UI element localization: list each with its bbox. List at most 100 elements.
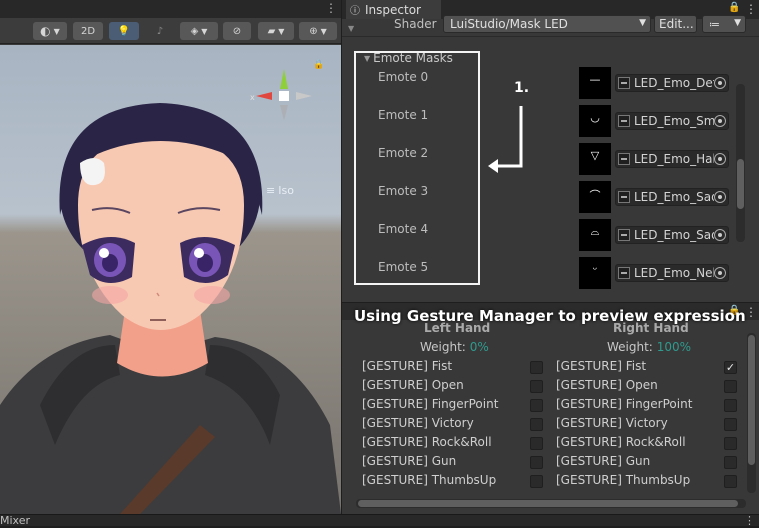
more-options-icon[interactable]: ⋮ xyxy=(744,514,755,527)
texture-icon xyxy=(618,229,630,241)
emote-texture-thumbnail[interactable]: ▽ xyxy=(579,143,611,175)
svg-text:x: x xyxy=(250,93,255,102)
orientation-gizmo[interactable]: x xyxy=(250,65,320,135)
eye-left xyxy=(82,236,135,284)
gesture-h-scrollbar[interactable] xyxy=(356,499,746,508)
scene-viewport[interactable]: x 🔒 ≡ Iso xyxy=(0,45,341,514)
emote-face-glyph: ⌓ xyxy=(590,225,600,238)
left-gesture-checkbox[interactable] xyxy=(530,475,543,488)
right-gesture-label: [GESTURE] Victory xyxy=(556,416,668,430)
left-gesture-label: [GESTURE] Victory xyxy=(362,416,474,430)
object-picker-icon[interactable] xyxy=(714,267,726,279)
more-options-icon[interactable]: ⋮ xyxy=(325,2,337,14)
camera-icon: ▰ xyxy=(267,25,276,37)
gesture-manager-panel: 🔒 ⋮ Left Hand Right Hand Using Gesture M… xyxy=(342,303,759,514)
right-gesture-label: [GESTURE] Gun xyxy=(556,454,651,468)
emote-texture-field[interactable]: LED_Emo_Sad xyxy=(615,226,729,244)
scene-visibility-dropdown[interactable]: ⊘ xyxy=(223,22,251,40)
emote-texture-field[interactable]: LED_Emo_Sad xyxy=(615,188,729,206)
right-gesture-checkbox[interactable] xyxy=(724,418,737,431)
edit-shader-button[interactable]: Edit... xyxy=(654,15,697,33)
object-picker-icon[interactable] xyxy=(714,153,726,165)
x-axis-cone xyxy=(256,92,272,100)
emote-face-glyph: — xyxy=(589,73,601,86)
right-gesture-checkbox[interactable] xyxy=(724,437,737,450)
object-picker-icon[interactable] xyxy=(714,191,726,203)
left-weight: Weight: 0% xyxy=(420,340,489,354)
camera-dropdown[interactable]: ▰ ▼ xyxy=(258,22,294,40)
chevron-down-icon: ▼ xyxy=(734,18,741,28)
emote-texture-field[interactable]: LED_Emo_Hah xyxy=(615,150,729,168)
lock-icon[interactable]: 🔒 xyxy=(313,60,324,70)
right-weight-value: 100% xyxy=(656,340,691,354)
chevron-down-icon: ▼ xyxy=(53,26,60,36)
lighting-toggle-button[interactable]: 💡 xyxy=(109,22,139,40)
emote-texture-field[interactable]: LED_Emo_Nek xyxy=(615,264,729,282)
emote-texture-name: LED_Emo_Defa xyxy=(634,76,714,90)
emote-face-glyph: ▽ xyxy=(590,149,600,162)
left-gesture-checkbox[interactable] xyxy=(530,361,543,374)
chevron-down-icon: ▼ xyxy=(278,26,285,36)
lightbulb-icon: 💡 xyxy=(117,25,131,37)
more-options-icon[interactable]: ⋮ xyxy=(745,305,757,319)
shader-options-dropdown[interactable]: ≔ ▼ xyxy=(702,15,746,33)
left-weight-label: Weight: xyxy=(420,340,466,354)
audio-toggle-button[interactable]: ♪ xyxy=(145,22,175,40)
emote-texture-thumbnail[interactable]: ᵕ xyxy=(579,257,611,289)
emote-texture-thumbnail[interactable]: ⌓ xyxy=(579,219,611,251)
blush xyxy=(92,286,128,304)
eye-slash-icon: ⊘ xyxy=(232,25,242,37)
object-picker-icon[interactable] xyxy=(714,77,726,89)
texture-icon xyxy=(618,267,630,279)
left-gesture-label: [GESTURE] FingerPoint xyxy=(362,397,499,411)
texture-icon xyxy=(618,191,630,203)
emote-face-glyph: ◡ xyxy=(590,111,600,124)
emote-texture-name: LED_Emo_Hah xyxy=(634,152,714,166)
2d-toggle-button[interactable]: 2D xyxy=(73,22,103,40)
right-gesture-checkbox[interactable]: ✓ xyxy=(724,361,737,374)
shader-dropdown[interactable]: LuiStudio/Mask LED ▼ xyxy=(443,15,651,33)
object-picker-icon[interactable] xyxy=(714,229,726,241)
caption-overlay: Using Gesture Manager to preview express… xyxy=(354,307,746,325)
projection-toggle[interactable]: ≡ Iso xyxy=(266,184,294,197)
emote-texture-thumbnail[interactable]: ⌒ xyxy=(579,181,611,213)
emote-texture-field[interactable]: LED_Emo_Defa xyxy=(615,74,729,92)
chevron-down-icon: ▼ xyxy=(320,26,327,36)
scrollbar-thumb[interactable] xyxy=(358,500,738,507)
left-gesture-checkbox[interactable] xyxy=(530,399,543,412)
edit-shader-label: Edit... xyxy=(659,17,694,31)
left-gesture-checkbox[interactable] xyxy=(530,418,543,431)
right-gesture-checkbox[interactable] xyxy=(724,456,737,469)
layers-icon: ◈ xyxy=(190,25,199,37)
gizmos-dropdown[interactable]: ⊕ ▼ xyxy=(299,22,337,40)
emote-labels-highlight-box xyxy=(354,51,480,285)
scrollbar-thumb[interactable] xyxy=(748,335,755,465)
right-gesture-checkbox[interactable] xyxy=(724,399,737,412)
scene-view[interactable]: ⋮ ◐ ▼ 2D 💡 ♪ ◈ ▼ ⊘ ▰ ▼ ⊕ ▼ x 🔒 ≡ Iso xyxy=(0,0,341,514)
annotation-step-label: 1. xyxy=(514,80,530,96)
foldout-arrow-icon[interactable]: ▼ xyxy=(348,24,354,33)
emote-texture-thumbnail[interactable]: ◡ xyxy=(579,105,611,137)
neg-x-axis-cone xyxy=(296,92,312,100)
object-picker-icon[interactable] xyxy=(714,115,726,127)
left-gesture-checkbox[interactable] xyxy=(530,437,543,450)
emote-texture-field[interactable]: LED_Emo_Smil xyxy=(615,112,729,130)
scrollbar-thumb[interactable] xyxy=(737,159,744,209)
inspector-scrollbar[interactable] xyxy=(736,84,745,242)
left-weight-value: 0% xyxy=(469,340,489,354)
emote-texture-name: LED_Emo_Sad xyxy=(634,228,714,242)
emote-texture-name: LED_Emo_Nek xyxy=(634,266,714,280)
left-gesture-checkbox[interactable] xyxy=(530,456,543,469)
lock-icon[interactable]: 🔒 xyxy=(728,2,740,13)
chevron-down-icon: ▼ xyxy=(639,18,646,28)
right-gesture-checkbox[interactable] xyxy=(724,475,737,488)
gesture-scrollbar[interactable] xyxy=(747,333,756,493)
emote-texture-thumbnail[interactable]: — xyxy=(579,67,611,99)
left-gesture-checkbox[interactable] xyxy=(530,380,543,393)
blush xyxy=(194,286,230,304)
scene-toolbar: ◐ ▼ 2D 💡 ♪ ◈ ▼ ⊘ ▰ ▼ ⊕ ▼ xyxy=(0,18,341,44)
effects-dropdown[interactable]: ◈ ▼ xyxy=(180,22,218,40)
left-gesture-label: [GESTURE] ThumbsUp xyxy=(362,473,497,487)
shading-mode-dropdown[interactable]: ◐ ▼ xyxy=(33,22,67,40)
right-gesture-checkbox[interactable] xyxy=(724,380,737,393)
